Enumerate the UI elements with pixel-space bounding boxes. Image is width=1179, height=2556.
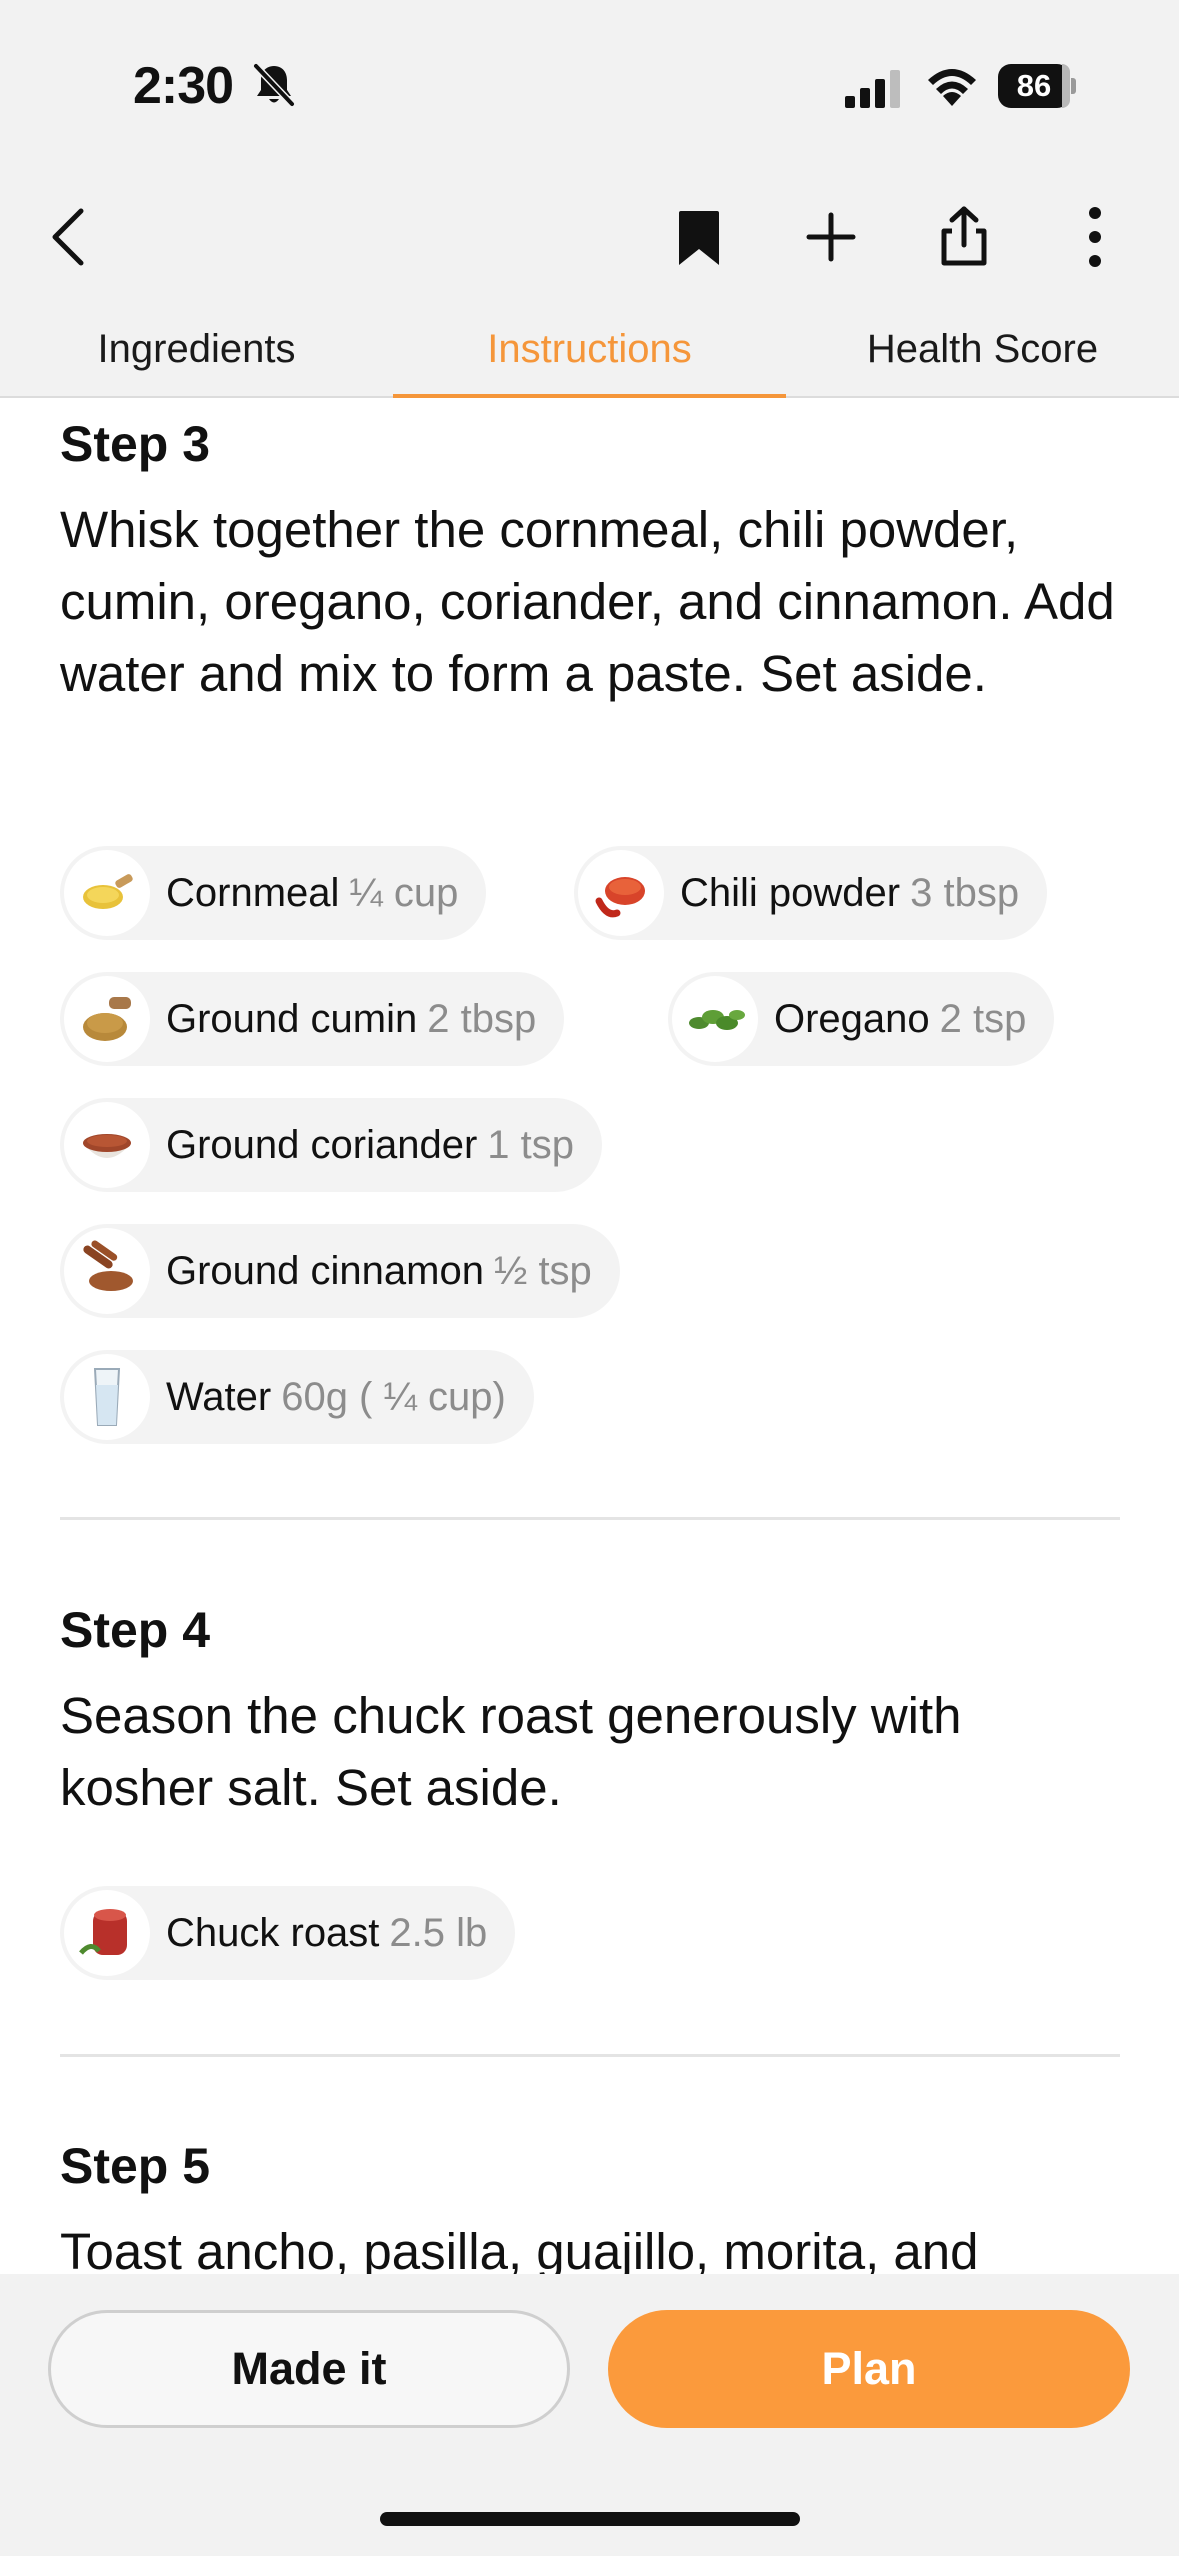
water-glass-icon — [64, 1354, 150, 1440]
more-button[interactable] — [1060, 202, 1130, 272]
status-time: 2:30 — [133, 57, 234, 115]
back-button[interactable] — [34, 202, 104, 272]
battery-level: 86 — [998, 64, 1070, 108]
ingredient-chip-ground-cinnamon[interactable]: Ground cinnamon ½ tsp — [60, 1224, 620, 1318]
instructions-list[interactable]: Step 3 Whisk together the cornmeal, chil… — [0, 400, 1179, 2274]
step-text: Whisk together the cornmeal, chili powde… — [60, 501, 1115, 702]
cumin-icon — [64, 976, 150, 1062]
step-title: Step 4 — [60, 1602, 211, 1658]
step-4: Step 4 Season the chuck roast generously… — [60, 1600, 1120, 1824]
ingredient-chip-ground-cumin[interactable]: Ground cumin 2 tbsp — [60, 972, 565, 1066]
plan-button[interactable]: Plan — [608, 2310, 1130, 2428]
tab-bar: Ingredients Instructions Health Score — [0, 300, 1179, 398]
step-3: Step 3 Whisk together the cornmeal, chil… — [60, 414, 1120, 710]
step-title: Step 5 — [60, 2138, 211, 2194]
cornmeal-scoop-icon — [64, 850, 150, 936]
tab-health-score[interactable]: Health Score — [786, 300, 1179, 398]
bell-slash-icon — [253, 63, 295, 107]
tab-instructions[interactable]: Instructions — [393, 300, 786, 398]
more-vertical-icon — [1089, 207, 1101, 267]
ingredient-chip-oregano[interactable]: Oregano 2 tsp — [668, 972, 1055, 1066]
bookmark-icon — [679, 211, 719, 265]
coriander-icon — [64, 1102, 150, 1188]
ingredient-chip-water[interactable]: Water 60g ( ¼ cup) — [60, 1350, 534, 1444]
active-tab-indicator — [393, 394, 786, 398]
home-indicator[interactable] — [380, 2512, 800, 2526]
cellular-signal-icon — [845, 70, 900, 108]
step-text: Season the chuck roast generously with k… — [60, 1687, 962, 1816]
step-divider — [60, 2054, 1120, 2057]
tab-ingredients[interactable]: Ingredients — [0, 300, 393, 398]
cinnamon-icon — [64, 1228, 150, 1314]
ingredient-chip-cornmeal[interactable]: Cornmeal ¼ cup — [60, 846, 487, 940]
ingredient-chip-chili-powder[interactable]: Chili powder 3 tbsp — [574, 846, 1048, 940]
ingredient-chip-ground-coriander[interactable]: Ground coriander 1 tsp — [60, 1098, 603, 1192]
chuck-roast-icon — [64, 1890, 150, 1976]
step-5: Step 5 Toast ancho, pasilla, guajillo, m… — [60, 2136, 1120, 2274]
share-icon — [941, 206, 987, 266]
wifi-icon — [928, 69, 976, 106]
plus-icon — [806, 212, 856, 262]
add-button[interactable] — [796, 202, 866, 272]
chili-powder-icon — [578, 850, 664, 936]
step-divider — [60, 1517, 1120, 1520]
step-title: Step 3 — [60, 416, 211, 472]
oregano-icon — [672, 976, 758, 1062]
bookmark-button[interactable] — [664, 202, 734, 272]
back-chevron-icon — [52, 208, 84, 266]
nav-bar — [0, 172, 1179, 300]
status-bar: 2:30 86 — [0, 0, 1179, 172]
share-button[interactable] — [929, 202, 999, 272]
step-text: Toast ancho, pasilla, guajillo, morita, … — [60, 2223, 979, 2274]
ingredient-chip-chuck-roast[interactable]: Chuck roast 2.5 lb — [60, 1886, 516, 1980]
made-it-button[interactable]: Made it — [48, 2310, 570, 2428]
battery-icon: 86 — [998, 64, 1076, 108]
